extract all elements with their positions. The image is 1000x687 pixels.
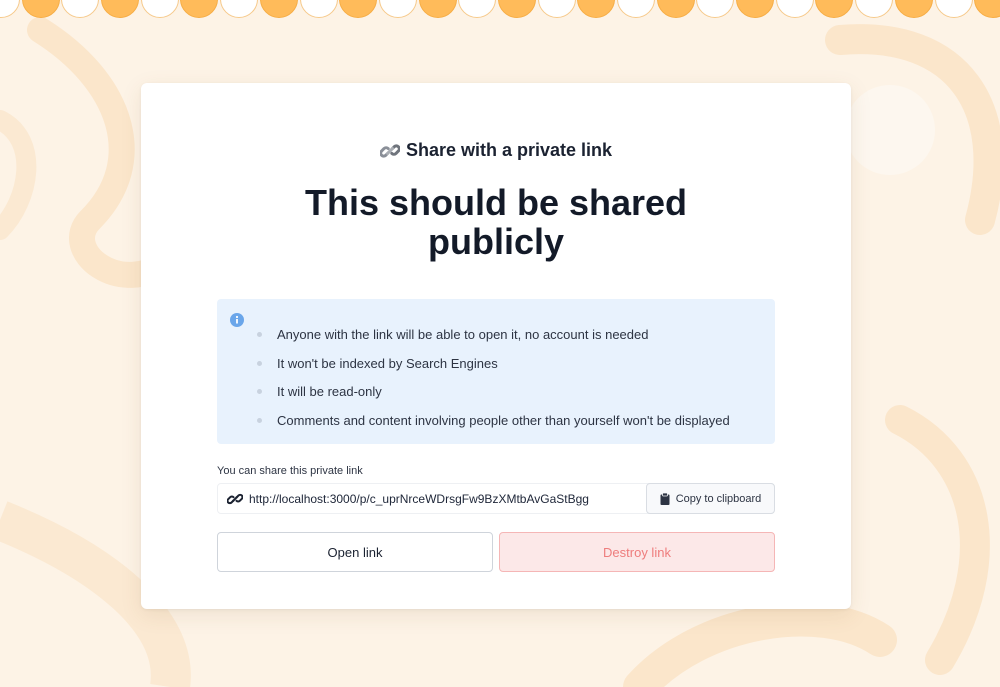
scallop <box>378 0 417 18</box>
scallop <box>855 0 894 18</box>
scallop <box>577 0 616 18</box>
copy-to-clipboard-button[interactable]: Copy to clipboard <box>646 483 775 514</box>
bullet-dot <box>257 331 262 337</box>
dialog-title: This should be shared publicly <box>304 182 688 262</box>
scallop <box>617 0 655 18</box>
destroy-link-button[interactable]: Destroy link <box>499 532 775 572</box>
scallop <box>180 0 219 18</box>
scallop <box>21 0 60 18</box>
scallop <box>220 0 259 18</box>
private-link-field[interactable]: http://localhost:3000/p/c_uprNrceWDrsgFw… <box>217 483 775 514</box>
link-icon <box>227 493 243 504</box>
info-item-text: Comments and content involving people ot… <box>277 412 730 428</box>
info-item-text: It won't be indexed by Search Engines <box>277 355 498 371</box>
scallop <box>259 0 298 18</box>
dialog-kicker-text: Share with a private link <box>405 140 613 160</box>
open-link-button[interactable]: Open link <box>217 532 493 572</box>
scallop <box>418 0 457 18</box>
scallop <box>815 0 854 18</box>
bullet-dot <box>257 360 262 366</box>
info-list-item: It will be read-only <box>257 377 730 406</box>
share-link-label: You can share this private link <box>217 465 363 477</box>
scallop <box>458 0 497 18</box>
info-icon <box>230 313 244 327</box>
info-list: Anyone with the link will be able to ope… <box>257 320 730 435</box>
scallop <box>101 0 140 18</box>
copy-button-label: Copy to clipboard <box>675 492 762 505</box>
bullet-dot <box>257 417 262 423</box>
info-box: Anyone with the link will be able to ope… <box>217 299 775 444</box>
info-item-text: Anyone with the link will be able to ope… <box>277 326 649 342</box>
scallop <box>696 0 735 18</box>
scallop <box>775 0 814 18</box>
scallop <box>974 0 1000 18</box>
share-dialog: Share with a private link This should be… <box>141 83 851 609</box>
scallop-border <box>0 0 1000 20</box>
bullet-dot <box>257 389 262 395</box>
scallop <box>497 0 536 18</box>
clipboard-icon <box>660 492 670 505</box>
scallop <box>61 0 100 18</box>
scallop <box>656 0 695 18</box>
dialog-kicker: Share with a private link <box>141 140 851 161</box>
info-list-item: Anyone with the link will be able to ope… <box>257 320 730 349</box>
scallop <box>299 0 338 18</box>
info-item-text: It will be read-only <box>277 384 382 400</box>
scallop <box>894 0 933 18</box>
link-chain-icon <box>379 143 400 158</box>
scallop <box>0 0 20 18</box>
scallop <box>339 0 378 18</box>
scallop <box>934 0 973 18</box>
info-list-item: Comments and content involving people ot… <box>257 406 730 435</box>
scallop <box>140 0 179 18</box>
scallop <box>736 0 775 18</box>
scallop <box>537 0 576 18</box>
info-list-item: It won't be indexed by Search Engines <box>257 349 730 378</box>
